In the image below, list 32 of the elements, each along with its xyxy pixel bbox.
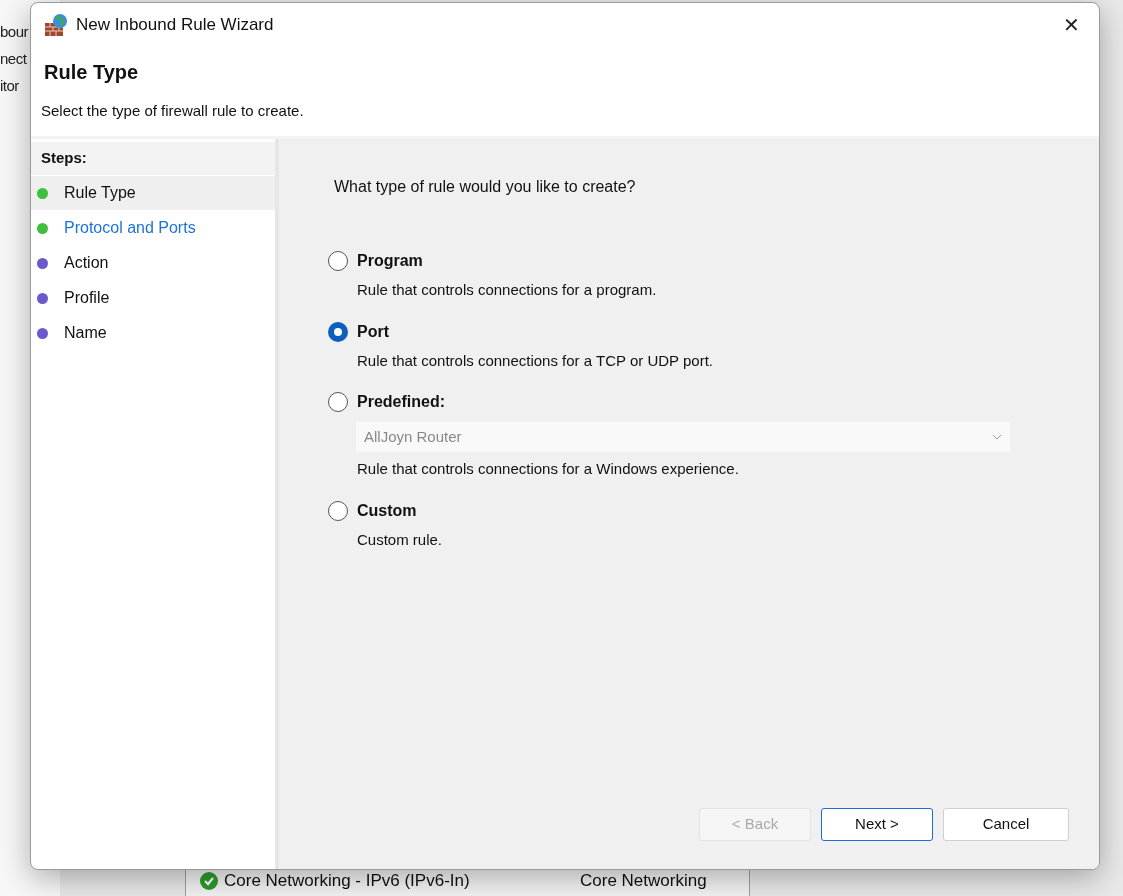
option-label[interactable]: Custom: [357, 498, 417, 523]
question-text: What type of rule would you like to create?: [334, 177, 637, 197]
rule-group: Core Networking: [580, 868, 707, 894]
option-label[interactable]: Port: [357, 319, 389, 344]
step-item[interactable]: Name: [31, 316, 275, 350]
wizard-button[interactable]: Cancel: [943, 808, 1069, 841]
nav-item[interactable]: nect: [0, 45, 27, 72]
step-item[interactable]: Profile: [31, 281, 275, 315]
window-title: New Inbound Rule Wizard: [76, 14, 274, 37]
page-title: Rule Type: [44, 60, 140, 85]
close-button[interactable]: ✕: [1051, 7, 1091, 43]
radio-button[interactable]: [328, 251, 348, 271]
option-label[interactable]: Predefined:: [357, 390, 445, 414]
steps-header: Steps:: [31, 142, 275, 175]
step-item[interactable]: Protocol and Ports: [31, 211, 275, 245]
radio-button[interactable]: [328, 392, 348, 412]
wizard-button[interactable]: Next >: [821, 808, 933, 841]
option-description: Rule that controls connections for a TCP or UDP port.: [357, 350, 714, 371]
option-description: Rule that controls connections for a program.: [357, 280, 658, 300]
radio-button[interactable]: [328, 321, 348, 342]
nav-item[interactable]: itor: [0, 72, 19, 99]
step-item[interactable]: Rule Type: [31, 176, 275, 210]
step-item[interactable]: Action: [31, 246, 275, 280]
nav-item[interactable]: bour: [0, 18, 29, 45]
option-description: Rule that controls connections for a Windows experience.: [357, 459, 740, 479]
firewall-icon: [44, 13, 68, 37]
chevron-down-icon: [992, 434, 1002, 440]
option-label[interactable]: Program: [357, 249, 423, 273]
rule-name: Core Networking - IPv6 (IPv6-In): [224, 870, 471, 893]
option-description: Custom rule.: [357, 529, 444, 550]
radio-button[interactable]: [328, 500, 348, 521]
page-subtitle: Select the type of firewall rule to create.: [41, 101, 305, 121]
